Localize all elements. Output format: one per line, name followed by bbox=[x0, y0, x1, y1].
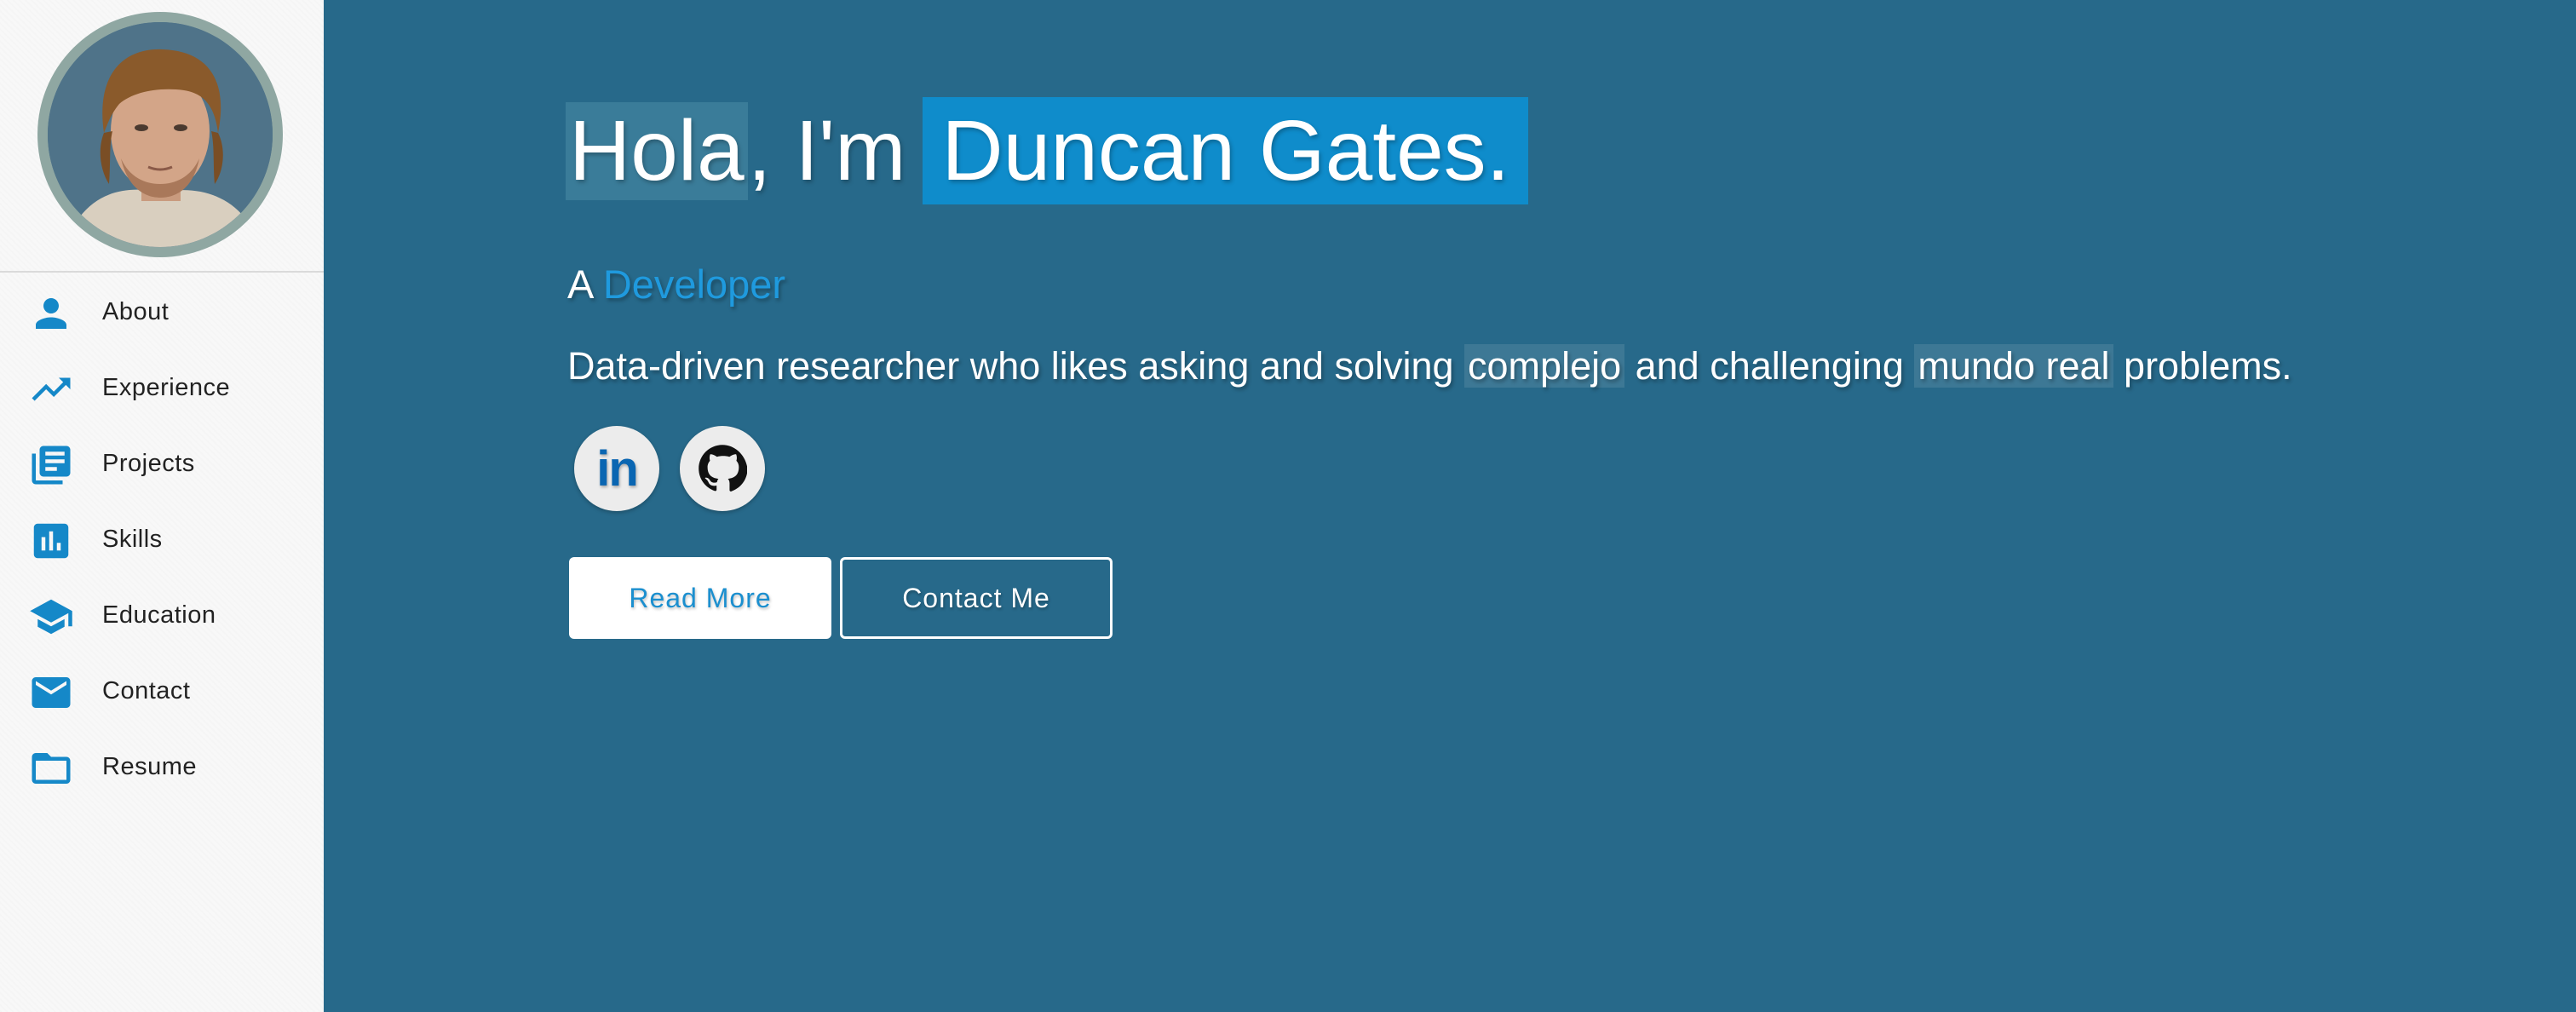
sidebar-item-experience[interactable]: Experience bbox=[0, 355, 324, 423]
desc-part: Data-driven researcher who likes asking … bbox=[567, 344, 1465, 388]
sidebar-item-label: About bbox=[102, 298, 170, 325]
bar-chart-icon bbox=[24, 522, 78, 560]
sidebar-item-contact[interactable]: Contact bbox=[0, 658, 324, 727]
subtitle-prefix: A bbox=[567, 262, 592, 307]
trending-up-icon bbox=[24, 371, 78, 408]
desc-part: problems. bbox=[2113, 344, 2292, 388]
linkedin-button[interactable]: in bbox=[574, 426, 659, 511]
hero-title: Hola , I'm Duncan Gates. bbox=[566, 95, 1529, 206]
sidebar-item-about[interactable]: About bbox=[0, 279, 324, 348]
folder-icon bbox=[24, 750, 78, 787]
avatar-container bbox=[0, 0, 324, 273]
avatar-portrait bbox=[48, 22, 273, 247]
hero-name: Duncan Gates. bbox=[923, 97, 1529, 204]
sidebar-item-label: Experience bbox=[102, 374, 231, 401]
github-icon bbox=[699, 445, 747, 492]
sidebar-item-label: Contact bbox=[102, 677, 191, 704]
sidebar-item-projects[interactable]: Projects bbox=[0, 431, 324, 499]
greeting-hola: Hola bbox=[566, 101, 748, 200]
desc-highlight: complejo bbox=[1464, 344, 1625, 388]
desc-highlight: mundo real bbox=[1914, 344, 2113, 388]
sidebar-item-skills[interactable]: Skills bbox=[0, 507, 324, 575]
hero-description: Data-driven researcher who likes asking … bbox=[567, 344, 2292, 388]
linkedin-icon: in bbox=[596, 440, 639, 497]
graduation-cap-icon bbox=[24, 598, 78, 635]
contact-me-button[interactable]: Contact Me bbox=[840, 557, 1113, 639]
sidebar-item-label: Projects bbox=[102, 450, 195, 477]
sidebar-item-education[interactable]: Education bbox=[0, 583, 324, 651]
sidebar-item-label: Education bbox=[102, 601, 216, 629]
sidebar: About Experience Projects Skills Educati… bbox=[0, 0, 324, 1012]
github-button[interactable] bbox=[680, 426, 765, 511]
hero-role: Developer bbox=[602, 262, 786, 307]
sidebar-item-resume[interactable]: Resume bbox=[0, 734, 324, 802]
person-icon bbox=[24, 295, 78, 332]
mail-icon bbox=[24, 674, 78, 711]
desc-part: and challenging bbox=[1624, 344, 1915, 388]
library-books-icon bbox=[24, 446, 78, 485]
read-more-button[interactable]: Read More bbox=[569, 557, 831, 639]
sidebar-item-label: Resume bbox=[102, 753, 197, 780]
greeting-rest: , I'm bbox=[747, 102, 906, 198]
hero-subtitle: A Developer bbox=[567, 261, 785, 308]
sidebar-item-label: Skills bbox=[102, 526, 163, 553]
hero-section: Hola , I'm Duncan Gates. A Developer Dat… bbox=[324, 0, 2576, 1012]
avatar bbox=[37, 12, 283, 257]
